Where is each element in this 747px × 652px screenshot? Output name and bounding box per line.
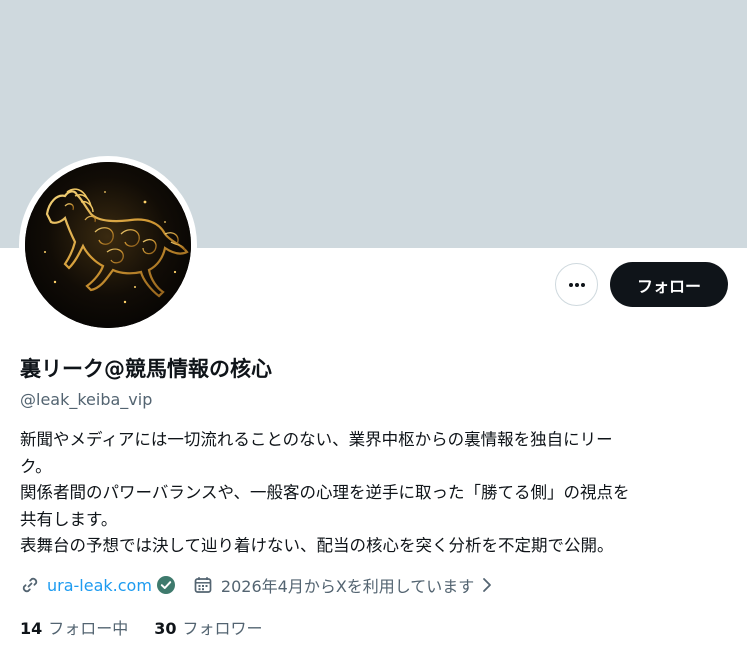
following-count: 14: [20, 619, 43, 638]
profile-bio: 新聞やメディアには一切流れることのない、業界中枢からの裏情報を独自にリー ク。 …: [20, 427, 725, 560]
golden-horse-image: [25, 162, 191, 328]
follow-stats: 14 フォロー中 30 フォロワー: [20, 615, 263, 639]
following-label: フォロー中: [48, 619, 129, 638]
bio-line: ク。: [20, 456, 52, 476]
followers-stat[interactable]: 30 フォロワー: [154, 615, 262, 639]
calendar-icon: [193, 575, 213, 595]
bio-line: 新聞やメディアには一切流れることのない、業界中枢からの裏情報を独自にリー: [20, 430, 613, 449]
bio-line: 関係者間のパワーバランスや、一般客の心理を逆手に取った「勝てる側」の視点を: [20, 483, 630, 502]
profile-meta: ura-leak.com 2026年4月からXを利用しています: [20, 572, 494, 598]
followers-label: フォロワー: [182, 619, 263, 638]
username-handle: @leak_keiba_vip: [20, 390, 153, 409]
following-stat[interactable]: 14 フォロー中: [20, 615, 128, 639]
more-options-button[interactable]: [555, 263, 598, 306]
bio-line: 共有します。: [20, 509, 118, 529]
website-link[interactable]: ura-leak.com: [47, 576, 152, 595]
bio-line: 表舞台の予想では決して辿り着けない、配当の核心を突く分析を不定期で公開。: [20, 536, 614, 555]
followers-count: 30: [154, 619, 177, 638]
avatar[interactable]: [25, 162, 191, 328]
link-icon: [20, 575, 40, 595]
chevron-right-icon[interactable]: [480, 576, 494, 594]
more-horizontal-icon: [568, 282, 585, 287]
verified-check-icon: [156, 575, 176, 595]
joined-date: 2026年4月からXを利用しています: [220, 577, 475, 596]
follow-button[interactable]: フォロー: [610, 262, 728, 307]
display-name: 裏リーク@競馬情報の核心: [20, 357, 272, 381]
